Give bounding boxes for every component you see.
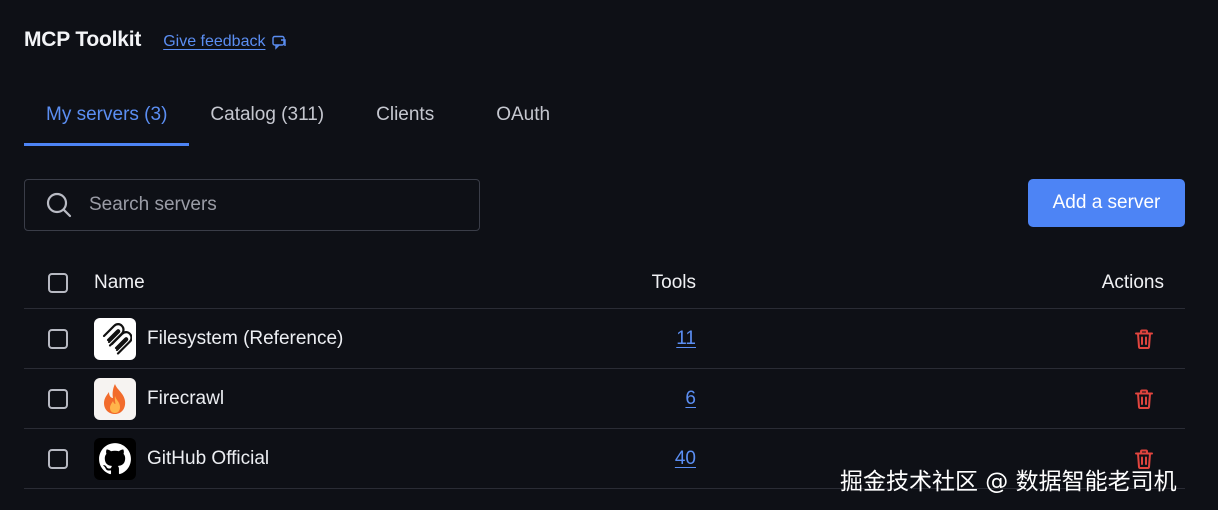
table-header-row: Name Tools Actions	[24, 258, 1185, 309]
tab-clients[interactable]: Clients	[350, 84, 465, 146]
search-input[interactable]	[87, 193, 451, 217]
table-row: Filesystem (Reference) 11	[24, 309, 1185, 369]
chat-bubble-icon	[272, 35, 287, 50]
table-row: Firecrawl 6	[24, 369, 1185, 429]
tab-bar: My servers (3) Catalog (311) Clients OAu…	[24, 84, 1185, 147]
trash-icon[interactable]	[1133, 388, 1155, 410]
column-header-tools: Tools	[651, 272, 696, 293]
column-header-name: Name	[94, 272, 145, 293]
row-checkbox[interactable]	[48, 388, 68, 409]
servers-table: Name Tools Actions Filesystem (Reference…	[24, 258, 1185, 489]
give-feedback-link[interactable]: Give feedback	[163, 33, 287, 51]
page-title: MCP Toolkit	[24, 28, 142, 51]
flame-icon	[94, 377, 136, 420]
server-name: GitHub Official	[147, 447, 270, 469]
github-icon	[94, 437, 136, 480]
row-checkbox[interactable]	[48, 328, 68, 349]
tools-count-link[interactable]: 6	[685, 388, 696, 410]
tab-my-servers[interactable]: My servers (3)	[24, 84, 190, 146]
column-header-actions: Actions	[1101, 272, 1164, 293]
trash-icon[interactable]	[1133, 328, 1155, 350]
server-name: Firecrawl	[147, 387, 225, 409]
tab-catalog[interactable]: Catalog (311)	[189, 84, 350, 146]
page-header: MCP Toolkit Give feedback	[24, 28, 287, 52]
feedback-label: Give feedback	[163, 32, 266, 50]
tools-count-link[interactable]: 40	[675, 448, 696, 470]
paperclip-icon	[94, 317, 136, 360]
watermark-text: 掘金技术社区 @ 数据智能老司机	[840, 469, 1177, 495]
row-checkbox[interactable]	[48, 448, 68, 469]
tab-oauth[interactable]: OAuth	[465, 84, 572, 146]
search-icon	[46, 192, 72, 218]
select-all-checkbox[interactable]	[48, 273, 68, 293]
tools-count-link[interactable]: 11	[676, 328, 696, 350]
server-name: Filesystem (Reference)	[147, 327, 344, 349]
add-server-button[interactable]: Add a server	[1028, 179, 1185, 227]
search-box[interactable]	[24, 179, 480, 231]
mcp-toolkit-page: MCP Toolkit Give feedback My servers (3)…	[0, 0, 1218, 510]
